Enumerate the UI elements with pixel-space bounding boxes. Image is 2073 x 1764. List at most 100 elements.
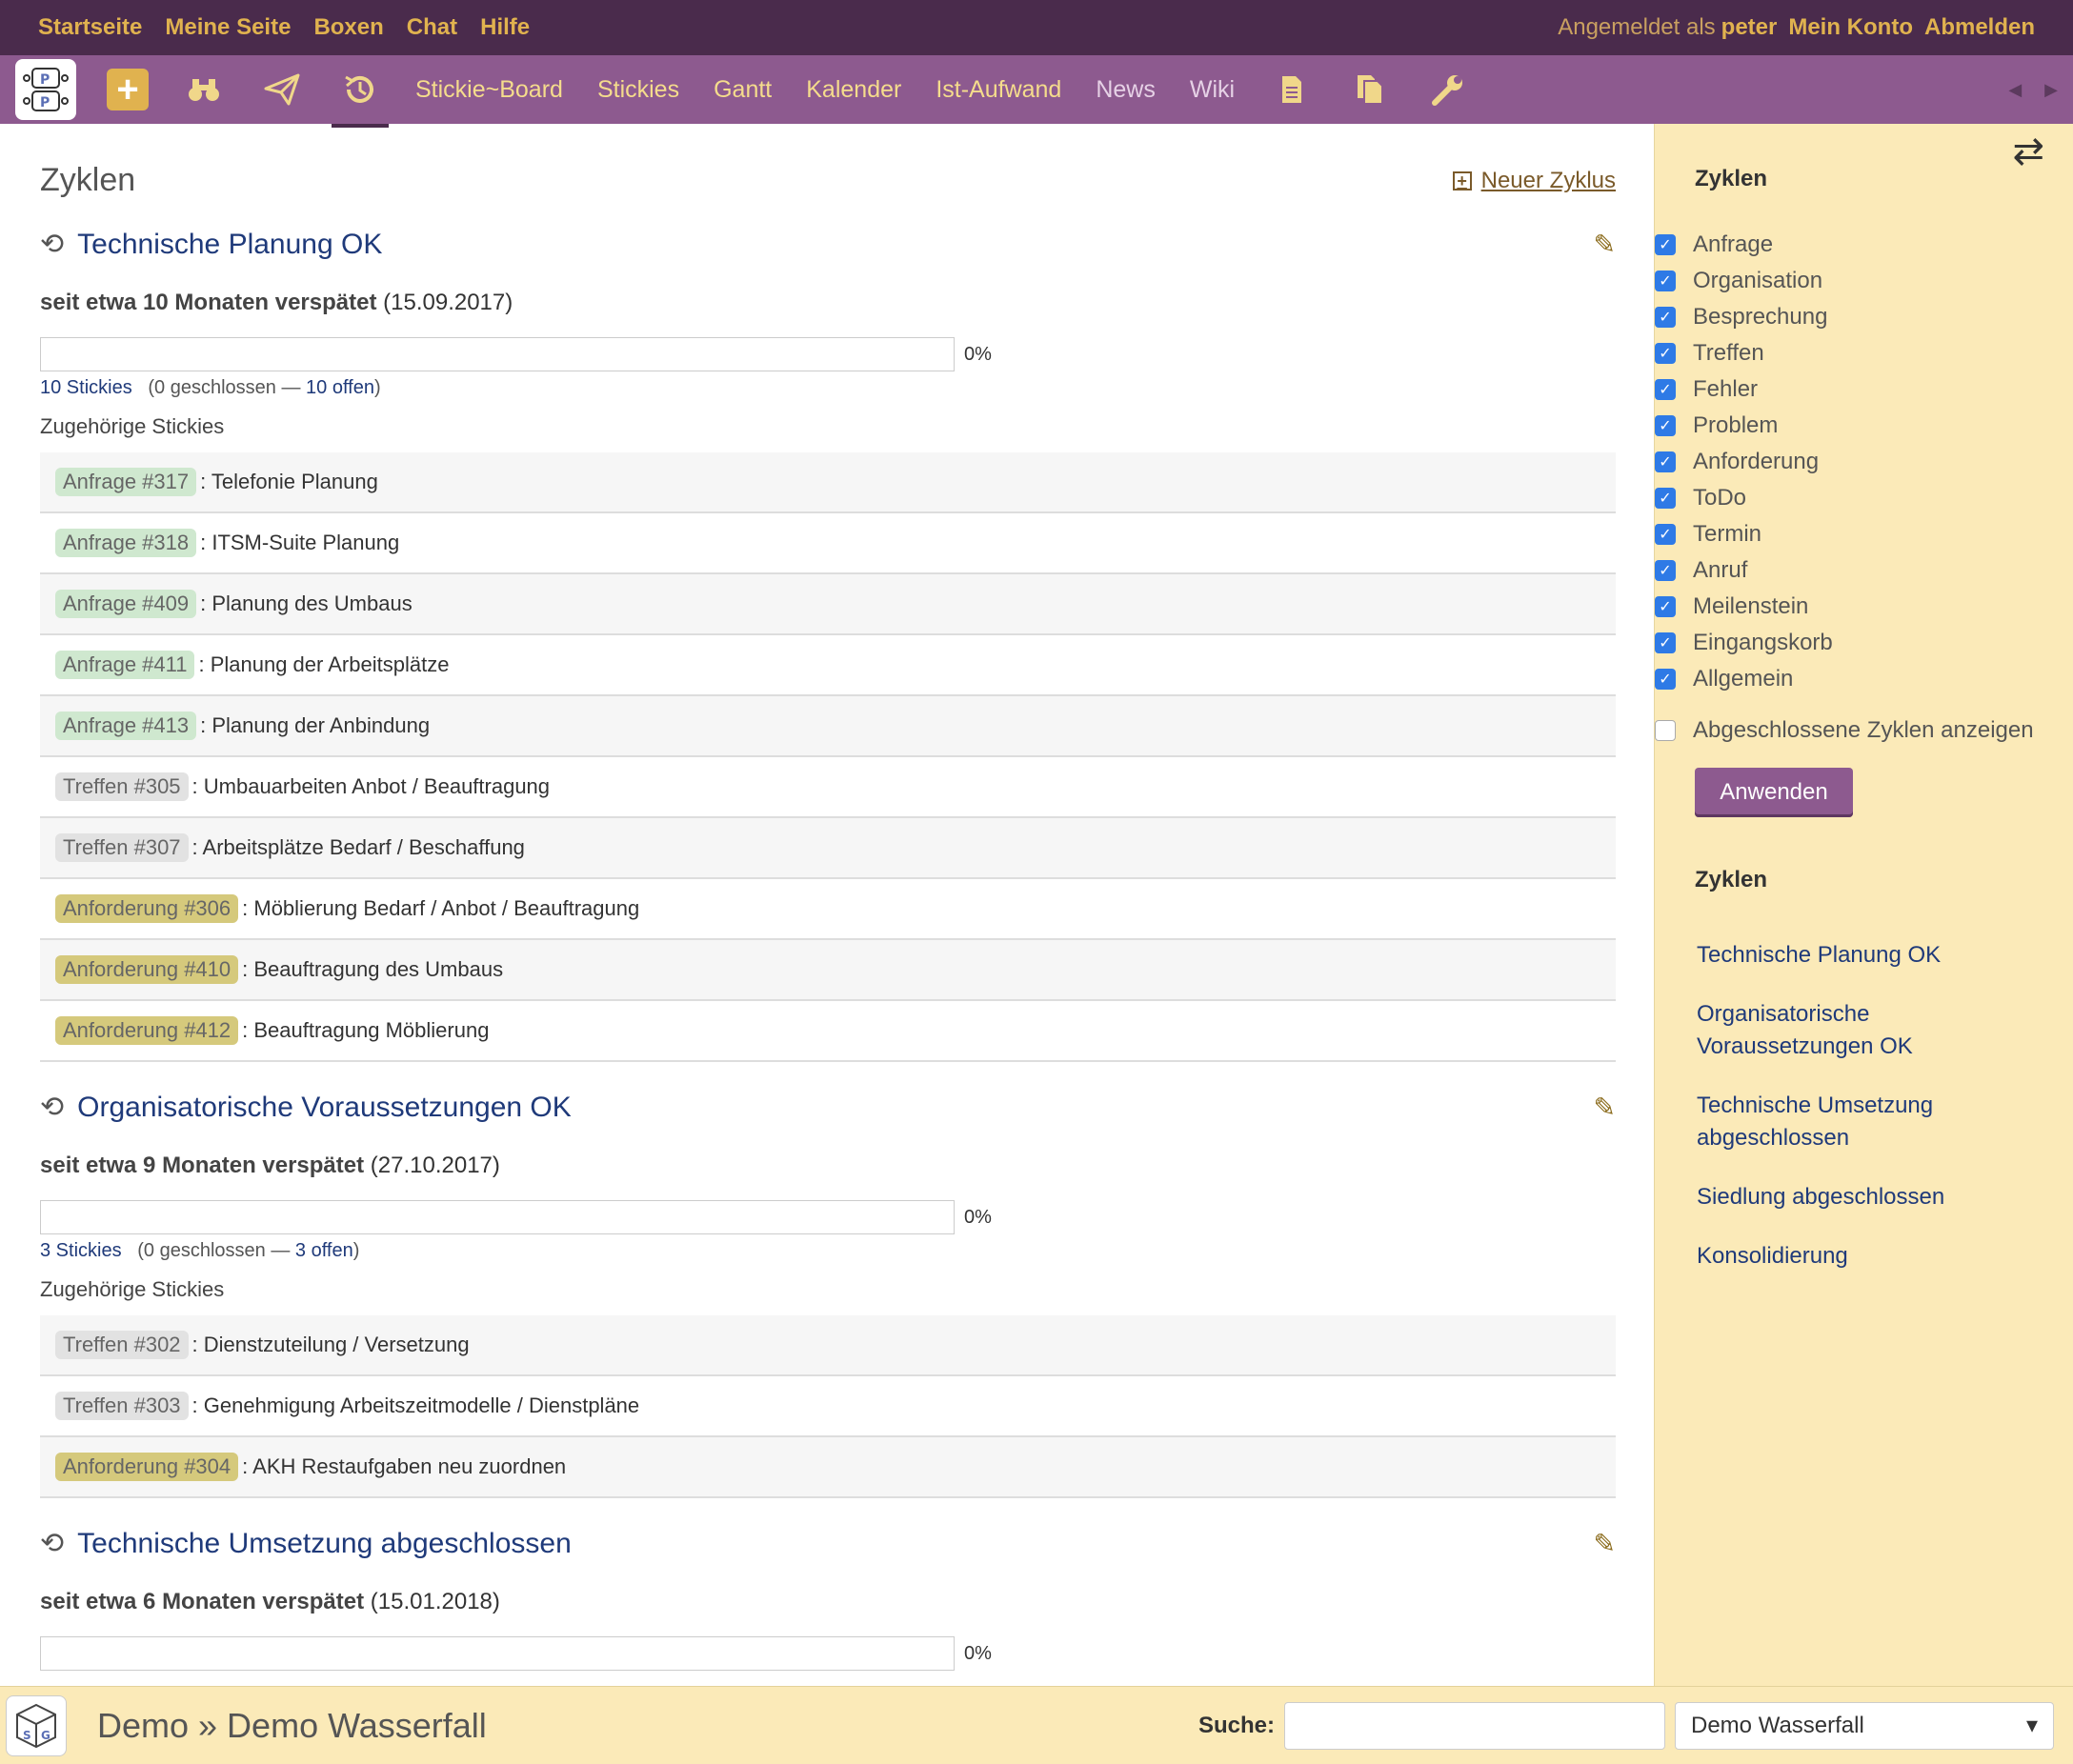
filter-treffen[interactable]: ✓ Treffen xyxy=(1655,335,2073,371)
project-cube-icon[interactable]: SG xyxy=(6,1694,67,1756)
issue-row[interactable]: Anforderung #412: Beauftragung Möblierun… xyxy=(40,1001,1616,1062)
paper-plane-icon[interactable] xyxy=(259,67,305,112)
top-link-boxes[interactable]: Boxen xyxy=(313,14,383,41)
edit-pencil-icon[interactable]: ✎ xyxy=(1594,229,1616,260)
binoculars-icon[interactable] xyxy=(181,67,227,112)
new-cycle-link[interactable]: + Neuer Zyklus xyxy=(1452,168,1616,194)
nav-news[interactable]: News xyxy=(1096,76,1156,104)
issue-row[interactable]: Treffen #302: Dienstzuteilung / Versetzu… xyxy=(40,1315,1616,1376)
cycle-title-link[interactable]: Technische Planung OK xyxy=(77,229,382,261)
wrench-icon[interactable] xyxy=(1425,67,1471,112)
filter-fehler[interactable]: ✓ Fehler xyxy=(1655,371,2073,408)
issue-row[interactable]: Anforderung #306: Möblierung Bedarf / An… xyxy=(40,879,1616,940)
nav-calendar[interactable]: Kalender xyxy=(806,76,901,104)
top-link-help[interactable]: Hilfe xyxy=(480,14,530,41)
sidebar-link-cycle[interactable]: Konsolidierung xyxy=(1697,1240,2040,1273)
issue-tag[interactable]: Anfrage #317 xyxy=(55,468,197,496)
issue-tag[interactable]: Anforderung #304 xyxy=(55,1453,239,1481)
checkbox-checked[interactable]: ✓ xyxy=(1655,524,1676,545)
issue-tag[interactable]: Treffen #307 xyxy=(55,833,189,862)
top-link-chat[interactable]: Chat xyxy=(407,14,457,41)
filter-allgemein[interactable]: ✓ Allgemein xyxy=(1655,661,2073,697)
filter-todo[interactable]: ✓ ToDo xyxy=(1655,480,2073,516)
checkbox-checked[interactable]: ✓ xyxy=(1655,234,1676,255)
filter-anfrage[interactable]: ✓ Anfrage xyxy=(1655,227,2073,263)
nav-gantt[interactable]: Gantt xyxy=(714,76,772,104)
swap-arrows-icon[interactable]: ⇄ xyxy=(2012,130,2044,173)
edit-pencil-icon[interactable]: ✎ xyxy=(1594,1092,1616,1123)
document-icon[interactable] xyxy=(1269,67,1315,112)
checkbox-checked[interactable]: ✓ xyxy=(1655,632,1676,653)
files-icon[interactable] xyxy=(1347,67,1393,112)
my-account-link[interactable]: Mein Konto xyxy=(1788,14,1913,41)
top-link-my-page[interactable]: Meine Seite xyxy=(165,14,291,41)
project-select[interactable]: Demo Wasserfall ▾ xyxy=(1675,1701,2054,1750)
filter-eingangskorb[interactable]: ✓ Eingangskorb xyxy=(1655,625,2073,661)
scroll-left-icon[interactable]: ◀ xyxy=(2008,80,2022,100)
checkbox-checked[interactable]: ✓ xyxy=(1655,271,1676,291)
issue-row[interactable]: Treffen #305: Umbauarbeiten Anbot / Beau… xyxy=(40,757,1616,818)
issue-row[interactable]: Treffen #307: Arbeitsplätze Bedarf / Bes… xyxy=(40,818,1616,879)
search-input[interactable] xyxy=(1284,1701,1665,1750)
filter-problem[interactable]: ✓ Problem xyxy=(1655,408,2073,444)
top-link-home[interactable]: Startseite xyxy=(38,14,142,41)
issue-tag[interactable]: Anfrage #409 xyxy=(55,590,197,618)
issue-tag[interactable]: Treffen #305 xyxy=(55,772,189,801)
checkbox-checked[interactable]: ✓ xyxy=(1655,343,1676,364)
filter-termin[interactable]: ✓ Termin xyxy=(1655,516,2073,552)
checkbox-checked[interactable]: ✓ xyxy=(1655,560,1676,581)
checkbox-checked[interactable]: ✓ xyxy=(1655,488,1676,509)
issue-tag[interactable]: Anforderung #412 xyxy=(55,1016,239,1045)
filter-meilenstein[interactable]: ✓ Meilenstein xyxy=(1655,589,2073,625)
checkbox-checked[interactable]: ✓ xyxy=(1655,379,1676,400)
issue-row[interactable]: Anfrage #318: ITSM-Suite Planung xyxy=(40,513,1616,574)
cycle-title-link[interactable]: Organisatorische Voraussetzungen OK xyxy=(77,1092,572,1124)
checkbox-checked[interactable]: ✓ xyxy=(1655,307,1676,328)
sidebar-link-cycle[interactable]: Organisatorische Voraussetzungen OK xyxy=(1697,998,2040,1063)
filter-organisation[interactable]: ✓ Organisation xyxy=(1655,263,2073,299)
checkbox-checked[interactable]: ✓ xyxy=(1655,415,1676,436)
issue-row[interactable]: Anfrage #409: Planung des Umbaus xyxy=(40,574,1616,635)
issue-row[interactable]: Anforderung #410: Beauftragung des Umbau… xyxy=(40,940,1616,1001)
filter-anforderung[interactable]: ✓ Anforderung xyxy=(1655,444,2073,480)
history-icon[interactable] xyxy=(332,67,389,128)
stickies-count-link[interactable]: 3 Stickies xyxy=(40,1240,122,1261)
open-count-link[interactable]: 3 offen xyxy=(295,1240,353,1261)
issue-tag[interactable]: Anfrage #411 xyxy=(55,651,195,679)
open-count-link[interactable]: 10 offen xyxy=(306,377,374,398)
filter-anruf[interactable]: ✓ Anruf xyxy=(1655,552,2073,589)
issue-tag[interactable]: Anfrage #413 xyxy=(55,712,197,740)
filter-show-closed[interactable]: Abgeschlossene Zyklen anzeigen xyxy=(1655,712,2073,749)
stickies-count-link[interactable]: 10 Stickies xyxy=(40,377,132,398)
nav-stickie-board[interactable]: Stickie~Board xyxy=(415,76,563,104)
checkbox-checked[interactable]: ✓ xyxy=(1655,451,1676,472)
checkbox-checked[interactable]: ✓ xyxy=(1655,596,1676,617)
issue-row[interactable]: Anfrage #411: Planung der Arbeitsplätze xyxy=(40,635,1616,696)
issue-row[interactable]: Anfrage #413: Planung der Anbindung xyxy=(40,696,1616,757)
user-link[interactable]: peter xyxy=(1721,14,1778,41)
issue-row[interactable]: Treffen #303: Genehmigung Arbeitszeitmod… xyxy=(40,1376,1616,1437)
checkbox-checked[interactable]: ✓ xyxy=(1655,669,1676,690)
scroll-right-icon[interactable]: ▶ xyxy=(2044,80,2058,100)
checkbox-unchecked[interactable] xyxy=(1655,720,1676,741)
issue-row[interactable]: Anforderung #304: AKH Restaufgaben neu z… xyxy=(40,1437,1616,1498)
issue-row[interactable]: Anfrage #317: Telefonie Planung xyxy=(40,452,1616,513)
nav-time-spent[interactable]: Ist-Aufwand xyxy=(936,76,1061,104)
issue-tag[interactable]: Treffen #303 xyxy=(55,1392,189,1420)
sidebar-link-cycle[interactable]: Technische Umsetzung abgeschlossen xyxy=(1697,1090,2040,1154)
issue-tag[interactable]: Treffen #302 xyxy=(55,1331,189,1359)
issue-tag[interactable]: Anforderung #410 xyxy=(55,955,239,984)
nav-stickies[interactable]: Stickies xyxy=(597,76,679,104)
edit-pencil-icon[interactable]: ✎ xyxy=(1594,1528,1616,1559)
add-icon[interactable]: + xyxy=(107,69,149,110)
nav-wiki[interactable]: Wiki xyxy=(1190,76,1235,104)
issue-tag[interactable]: Anfrage #318 xyxy=(55,529,197,557)
sidebar-link-cycle[interactable]: Technische Planung OK xyxy=(1697,939,2040,972)
filter-besprechung[interactable]: ✓ Besprechung xyxy=(1655,299,2073,335)
issue-tag[interactable]: Anforderung #306 xyxy=(55,894,239,923)
apply-button[interactable]: Anwenden xyxy=(1695,768,1853,817)
cycle-title-link[interactable]: Technische Umsetzung abgeschlossen xyxy=(77,1528,572,1560)
app-logo[interactable]: P P xyxy=(15,59,76,120)
sidebar-link-cycle[interactable]: Siedlung abgeschlossen xyxy=(1697,1181,2040,1213)
logout-link[interactable]: Abmelden xyxy=(1924,14,2035,41)
